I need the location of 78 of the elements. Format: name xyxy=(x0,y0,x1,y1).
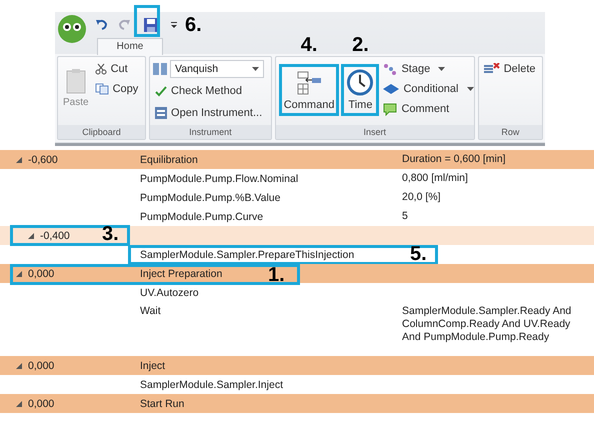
collapse-arrow-icon[interactable] xyxy=(16,156,22,162)
check-method-button[interactable]: Check Method xyxy=(153,82,244,100)
collapse-arrow-icon[interactable] xyxy=(28,232,34,238)
callout-number: 6. xyxy=(185,14,202,36)
instrument-dropdown[interactable]: Vanquish xyxy=(170,60,264,78)
command-icon xyxy=(296,70,322,96)
action-cell: UV.Autozero xyxy=(140,286,199,298)
stage-row[interactable]: -0,600 Equilibration Duration = 0,600 [min] xyxy=(0,150,594,169)
step-row[interactable]: PumpModule.Pump.Flow.Nominal 0,800 [ml/min] xyxy=(0,169,594,188)
action-cell: Start Run xyxy=(140,398,184,410)
delete-icon xyxy=(484,63,500,75)
time-cell: -0,600 xyxy=(28,154,58,166)
callout-number: 5. xyxy=(410,245,427,264)
action-cell: Wait xyxy=(140,305,161,317)
action-cell: Inject Preparation xyxy=(140,268,222,280)
action-cell: PumpModule.Pump.Curve xyxy=(140,210,264,222)
step-row[interactable]: UV.Autozero xyxy=(0,283,594,302)
delete-button[interactable]: Delete xyxy=(482,60,538,78)
action-cell: PumpModule.Pump.Flow.Nominal xyxy=(140,172,298,184)
time-cell: 0,000 xyxy=(28,360,54,372)
undo-icon[interactable] xyxy=(95,18,109,32)
value-cell-text: 5 xyxy=(402,210,409,223)
action-cell: Inject xyxy=(140,360,166,372)
collapse-arrow-icon[interactable] xyxy=(16,400,22,406)
value-cell-text: 0,800 [ml/min] xyxy=(402,172,469,185)
app-logo-icon[interactable] xyxy=(57,14,87,44)
open-instrument-button[interactable]: Open Instrument... xyxy=(153,104,264,122)
instrument-panel-icon xyxy=(155,107,168,119)
callout-frame xyxy=(134,5,160,37)
comment-icon xyxy=(383,102,398,116)
clipboard-icon xyxy=(64,68,87,94)
time-cell: 0,000 xyxy=(28,268,54,280)
action-cell: PumpModule.Pump.%B.Value xyxy=(140,192,280,204)
callout-number: 4. xyxy=(300,34,318,57)
copy-button[interactable]: Copy xyxy=(92,80,140,98)
stage-icon xyxy=(383,63,398,75)
collapse-arrow-icon[interactable] xyxy=(16,362,22,368)
stage-row[interactable]: 0,000 Start Run xyxy=(0,394,594,413)
copy-icon xyxy=(94,83,109,95)
step-row[interactable]: PumpModule.Pump.Curve 5 xyxy=(0,207,594,226)
group-label: Instrument xyxy=(150,125,271,139)
instrument-icon xyxy=(153,63,168,75)
callout-number: 2. xyxy=(352,34,369,57)
group-label: Insert xyxy=(276,125,474,139)
stage-row[interactable]: 0,000 Inject Preparation 1. xyxy=(0,264,594,283)
action-cell: SamplerModule.Sampler.Inject xyxy=(140,378,283,390)
conditional-button[interactable]: Conditional xyxy=(381,80,476,98)
callout-number: 3. xyxy=(102,225,119,244)
value-cell-text: SamplerModule.Sampler.Ready And ColumnComp.Ready And UV.Ready And PumpModule.Pump.Ready xyxy=(402,305,572,344)
step-row[interactable]: Wait SamplerModule.Sampler.Ready And ColumnComp.Ready And UV.Ready And PumpModule.Pump.Ready xyxy=(0,302,594,356)
cut-button[interactable]: Cut xyxy=(92,60,130,78)
time-cell: -0,400 xyxy=(40,230,70,242)
callout-number: 1. xyxy=(268,266,285,285)
comment-button[interactable]: Comment xyxy=(381,100,452,118)
clock-icon xyxy=(346,69,374,96)
save-icon[interactable] xyxy=(143,17,159,33)
collapse-arrow-icon[interactable] xyxy=(16,270,22,276)
group-label: Clipboard xyxy=(58,125,146,139)
caret-icon xyxy=(252,67,260,71)
checkmark-icon xyxy=(155,86,168,96)
stage-button[interactable]: Stage xyxy=(381,60,448,78)
step-row[interactable]: PumpModule.Pump.%B.Value 20,0 [%] xyxy=(0,188,594,207)
group-label: Row xyxy=(478,125,542,139)
home-tab[interactable]: Home xyxy=(97,38,163,55)
diamond-icon xyxy=(383,84,400,94)
time-button[interactable]: Time xyxy=(341,64,380,116)
stage-row[interactable]: 0,000 Inject xyxy=(0,356,594,375)
command-button[interactable]: Command xyxy=(278,64,340,116)
action-cell: Equilibration xyxy=(140,154,198,166)
time-cell: 0,000 xyxy=(28,398,54,410)
scissors-icon xyxy=(94,63,107,75)
action-cell: SamplerModule.Sampler.PrepareThisInjection xyxy=(140,248,354,260)
caret-icon xyxy=(438,67,446,71)
caret-icon xyxy=(466,87,474,91)
step-row[interactable]: SamplerModule.Sampler.Inject xyxy=(0,375,594,394)
value-cell-text: 20,0 [%] xyxy=(402,191,442,204)
value-cell-text: Duration = 0,600 [min] xyxy=(402,153,507,166)
customize-caret-icon[interactable] xyxy=(171,21,177,29)
